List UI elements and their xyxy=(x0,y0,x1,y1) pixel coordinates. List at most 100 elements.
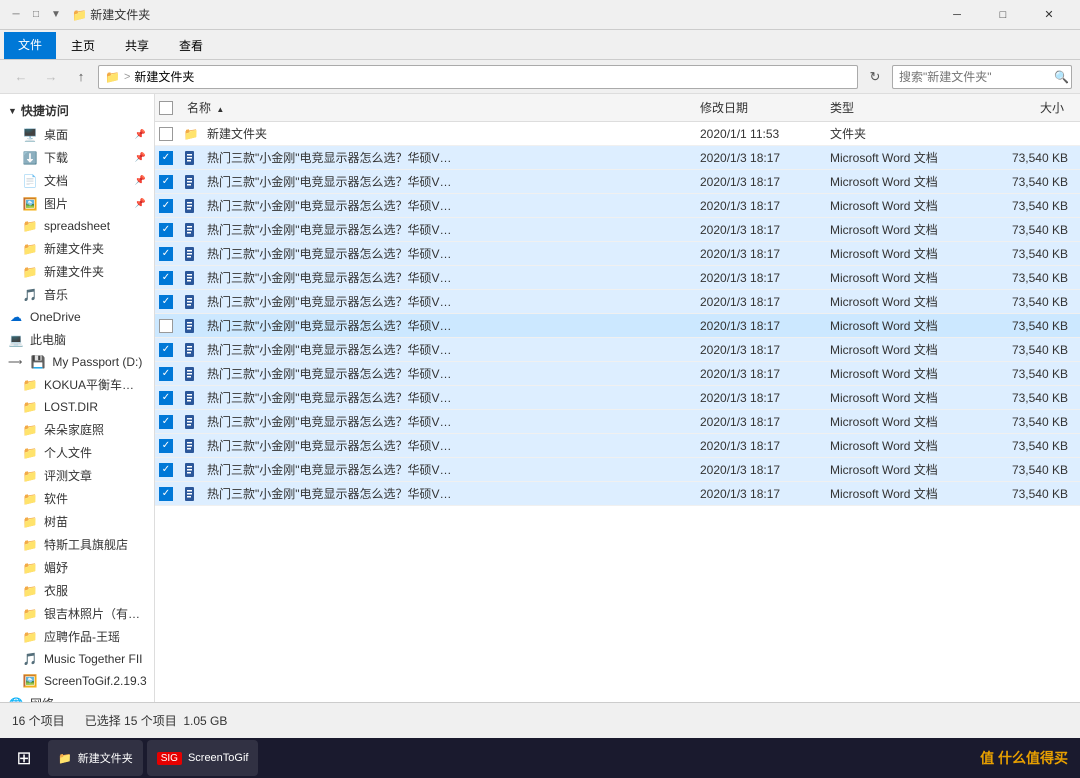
header-name[interactable]: 名称 ▲ xyxy=(183,99,696,116)
sidebar-item-music[interactable]: 🎵 音乐 xyxy=(0,283,154,306)
table-row[interactable]: 热门三款"小金刚"电竞显示器怎么选？华硕V…2020/1/3 18:17Micr… xyxy=(155,314,1080,338)
sidebar-item-clothes[interactable]: 📁 衣服 xyxy=(0,579,154,602)
table-row[interactable]: ✓热门三款"小金刚"电竞显示器怎么选？华硕V…2020/1/3 18:17Mic… xyxy=(155,266,1080,290)
table-row[interactable]: ✓热门三款"小金刚"电竞显示器怎么选？华硕V…2020/1/3 18:17Mic… xyxy=(155,386,1080,410)
row-checkbox[interactable]: ✓ xyxy=(159,247,173,261)
ribbon-tabs[interactable]: 文件 主页 共享 查看 xyxy=(0,30,1080,59)
table-row[interactable]: ✓热门三款"小金刚"电竞显示器怎么选？华硕V…2020/1/3 18:17Mic… xyxy=(155,362,1080,386)
row-checkbox[interactable]: ✓ xyxy=(159,439,173,453)
quick-access-header[interactable]: ▼ 快捷访问 xyxy=(0,98,154,123)
row-checkbox[interactable]: ✓ xyxy=(159,391,173,405)
row-checkbox[interactable]: ✓ xyxy=(159,463,173,477)
row-checkbox[interactable]: ✓ xyxy=(159,487,173,501)
header-date[interactable]: 修改日期 xyxy=(696,99,826,116)
taskbar-item-explorer[interactable]: 📁 新建文件夹 xyxy=(48,740,143,776)
file-size-text: 73,540 KB xyxy=(986,151,1076,165)
sidebar-item-pictures[interactable]: 🖼️ 图片 📌 xyxy=(0,192,154,215)
table-row[interactable]: ✓热门三款"小金刚"电竞显示器怎么选？华硕V…2020/1/3 18:17Mic… xyxy=(155,242,1080,266)
desktop-label: 桌面 xyxy=(44,126,68,143)
sidebar-item-software[interactable]: 📁 软件 xyxy=(0,487,154,510)
sidebar-item-meiyu[interactable]: 📁 媚妤 xyxy=(0,556,154,579)
window-controls[interactable]: ─ □ ✕ xyxy=(934,0,1072,30)
row-checkbox[interactable]: ✓ xyxy=(159,271,173,285)
start-button[interactable]: ⊞ xyxy=(4,740,44,776)
table-row[interactable]: ✓热门三款"小金刚"电竞显示器怎么选？华硕V…2020/1/3 18:17Mic… xyxy=(155,410,1080,434)
col-header-type[interactable]: 类型 xyxy=(826,101,858,115)
sidebar-item-onedrive[interactable]: ☁ OneDrive xyxy=(0,306,154,328)
sidebar-item-kokua[interactable]: 📁 KOKUA平衡车相关… xyxy=(0,373,154,396)
sidebar-item-desktop[interactable]: 🖥️ 桌面 📌 xyxy=(0,123,154,146)
row-checkbox[interactable]: ✓ xyxy=(159,343,173,357)
newfolder1-label: 新建文件夹 xyxy=(44,240,104,257)
refresh-button[interactable]: ↻ xyxy=(862,65,888,89)
sidebar-item-lostdir[interactable]: 📁 LOST.DIR xyxy=(0,396,154,418)
search-icon[interactable]: 🔍 xyxy=(1054,70,1069,84)
file-date-text: 2020/1/3 18:17 xyxy=(696,487,826,501)
table-row[interactable]: ✓热门三款"小金刚"电竞显示器怎么选？华硕V…2020/1/3 18:17Mic… xyxy=(155,458,1080,482)
row-checkbox[interactable]: ✓ xyxy=(159,295,173,309)
music-label: 音乐 xyxy=(44,286,68,303)
table-row[interactable]: ✓热门三款"小金刚"电竞显示器怎么选？华硕V…2020/1/3 18:17Mic… xyxy=(155,290,1080,314)
tab-home[interactable]: 主页 xyxy=(56,32,110,59)
sidebar-item-reviews[interactable]: 📁 评测文章 xyxy=(0,464,154,487)
col-header-size[interactable]: 大小 xyxy=(1036,101,1068,115)
sidebar-item-photos[interactable]: 📁 朵朵家庭照 xyxy=(0,418,154,441)
sidebar-item-screentogif[interactable]: 🖼️ ScreenToGif.2.19.3 xyxy=(0,670,154,692)
row-name-cell: 📁新建文件夹 xyxy=(183,125,696,142)
sidebar-item-newfolder2[interactable]: 📁 新建文件夹 xyxy=(0,260,154,283)
sidebar-item-downloads[interactable]: ⬇️ 下载 📌 xyxy=(0,146,154,169)
table-row[interactable]: ✓热门三款"小金刚"电竞显示器怎么选？华硕V…2020/1/3 18:17Mic… xyxy=(155,482,1080,506)
row-checkbox[interactable]: ✓ xyxy=(159,199,173,213)
sidebar-item-documents[interactable]: 📄 文档 📌 xyxy=(0,169,154,192)
sidebar-item-network[interactable]: 🌐 网络 xyxy=(0,692,154,702)
sidebar-item-spreadsheet[interactable]: 📁 spreadsheet xyxy=(0,215,154,237)
select-all-checkbox[interactable] xyxy=(159,101,173,115)
forward-button[interactable]: → xyxy=(38,65,64,89)
table-row[interactable]: ✓热门三款"小金刚"电竞显示器怎么选？华硕V…2020/1/3 18:17Mic… xyxy=(155,146,1080,170)
row-checkbox[interactable] xyxy=(159,127,173,141)
sidebar-item-portfolio[interactable]: 📁 应聘作品-王瑶 xyxy=(0,625,154,648)
table-row[interactable]: ✓热门三款"小金刚"电竞显示器怎么选？华硕V…2020/1/3 18:17Mic… xyxy=(155,170,1080,194)
close-button[interactable]: ✕ xyxy=(1026,0,1072,30)
tab-file[interactable]: 文件 xyxy=(4,32,56,59)
maximize-button[interactable]: □ xyxy=(980,0,1026,30)
row-checkbox[interactable] xyxy=(159,319,173,333)
header-type[interactable]: 类型 xyxy=(826,99,986,116)
up-button[interactable]: ↑ xyxy=(68,65,94,89)
search-box[interactable]: 🔍 xyxy=(892,65,1072,89)
sidebar-item-seedling[interactable]: 📁 树苗 xyxy=(0,510,154,533)
taskbar-item-screentogif[interactable]: SIG ScreenToGif xyxy=(147,740,259,776)
row-checkbox[interactable]: ✓ xyxy=(159,175,173,189)
address-path[interactable]: 📁 > 新建文件夹 xyxy=(98,65,858,89)
row-checkbox[interactable]: ✓ xyxy=(159,223,173,237)
tab-share[interactable]: 共享 xyxy=(110,32,164,59)
tab-view[interactable]: 查看 xyxy=(164,32,218,59)
sidebar-item-thispc[interactable]: 💻 此电脑 xyxy=(0,328,154,351)
sidebar-item-music2[interactable]: 🎵 Music Together FII xyxy=(0,648,154,670)
search-input[interactable] xyxy=(899,70,1054,84)
col-header-date[interactable]: 修改日期 xyxy=(696,101,752,115)
header-check[interactable] xyxy=(159,101,183,115)
table-row[interactable]: ✓热门三款"小金刚"电竞显示器怎么选？华硕V…2020/1/3 18:17Mic… xyxy=(155,338,1080,362)
file-date-text: 2020/1/3 18:17 xyxy=(696,343,826,357)
sidebar-item-personal[interactable]: 📁 个人文件 xyxy=(0,441,154,464)
row-name-cell: 热门三款"小金刚"电竞显示器怎么选？华硕V… xyxy=(183,221,696,238)
sidebar-item-mypassport[interactable]: ⟶ 💾 My Passport (D:) xyxy=(0,351,154,373)
table-row[interactable]: ✓热门三款"小金刚"电竞显示器怎么选？华硕V…2020/1/3 18:17Mic… xyxy=(155,218,1080,242)
header-size[interactable]: 大小 xyxy=(986,99,1076,116)
table-row[interactable]: 📁新建文件夹2020/1/1 11:53文件夹 xyxy=(155,122,1080,146)
back-button[interactable]: ← xyxy=(8,65,34,89)
sidebar-item-yinjilm[interactable]: 📁 银吉林照片（有米… xyxy=(0,602,154,625)
row-checkbox[interactable]: ✓ xyxy=(159,151,173,165)
col-header-name[interactable]: 名称 ▲ xyxy=(183,99,228,116)
table-row[interactable]: ✓热门三款"小金刚"电竞显示器怎么选？华硕V…2020/1/3 18:17Mic… xyxy=(155,194,1080,218)
minimize-button[interactable]: ─ xyxy=(934,0,980,30)
file-size-text: 73,540 KB xyxy=(986,487,1076,501)
table-row[interactable]: ✓热门三款"小金刚"电竞显示器怎么选？华硕V…2020/1/3 18:17Mic… xyxy=(155,434,1080,458)
file-date-text: 2020/1/3 18:17 xyxy=(696,415,826,429)
row-checkbox[interactable]: ✓ xyxy=(159,367,173,381)
sidebar-item-newfolder1[interactable]: 📁 新建文件夹 xyxy=(0,237,154,260)
row-checkbox[interactable]: ✓ xyxy=(159,415,173,429)
sidebar-item-store[interactable]: 📁 特斯工具旗舰店 xyxy=(0,533,154,556)
file-date-text: 2020/1/3 18:17 xyxy=(696,151,826,165)
